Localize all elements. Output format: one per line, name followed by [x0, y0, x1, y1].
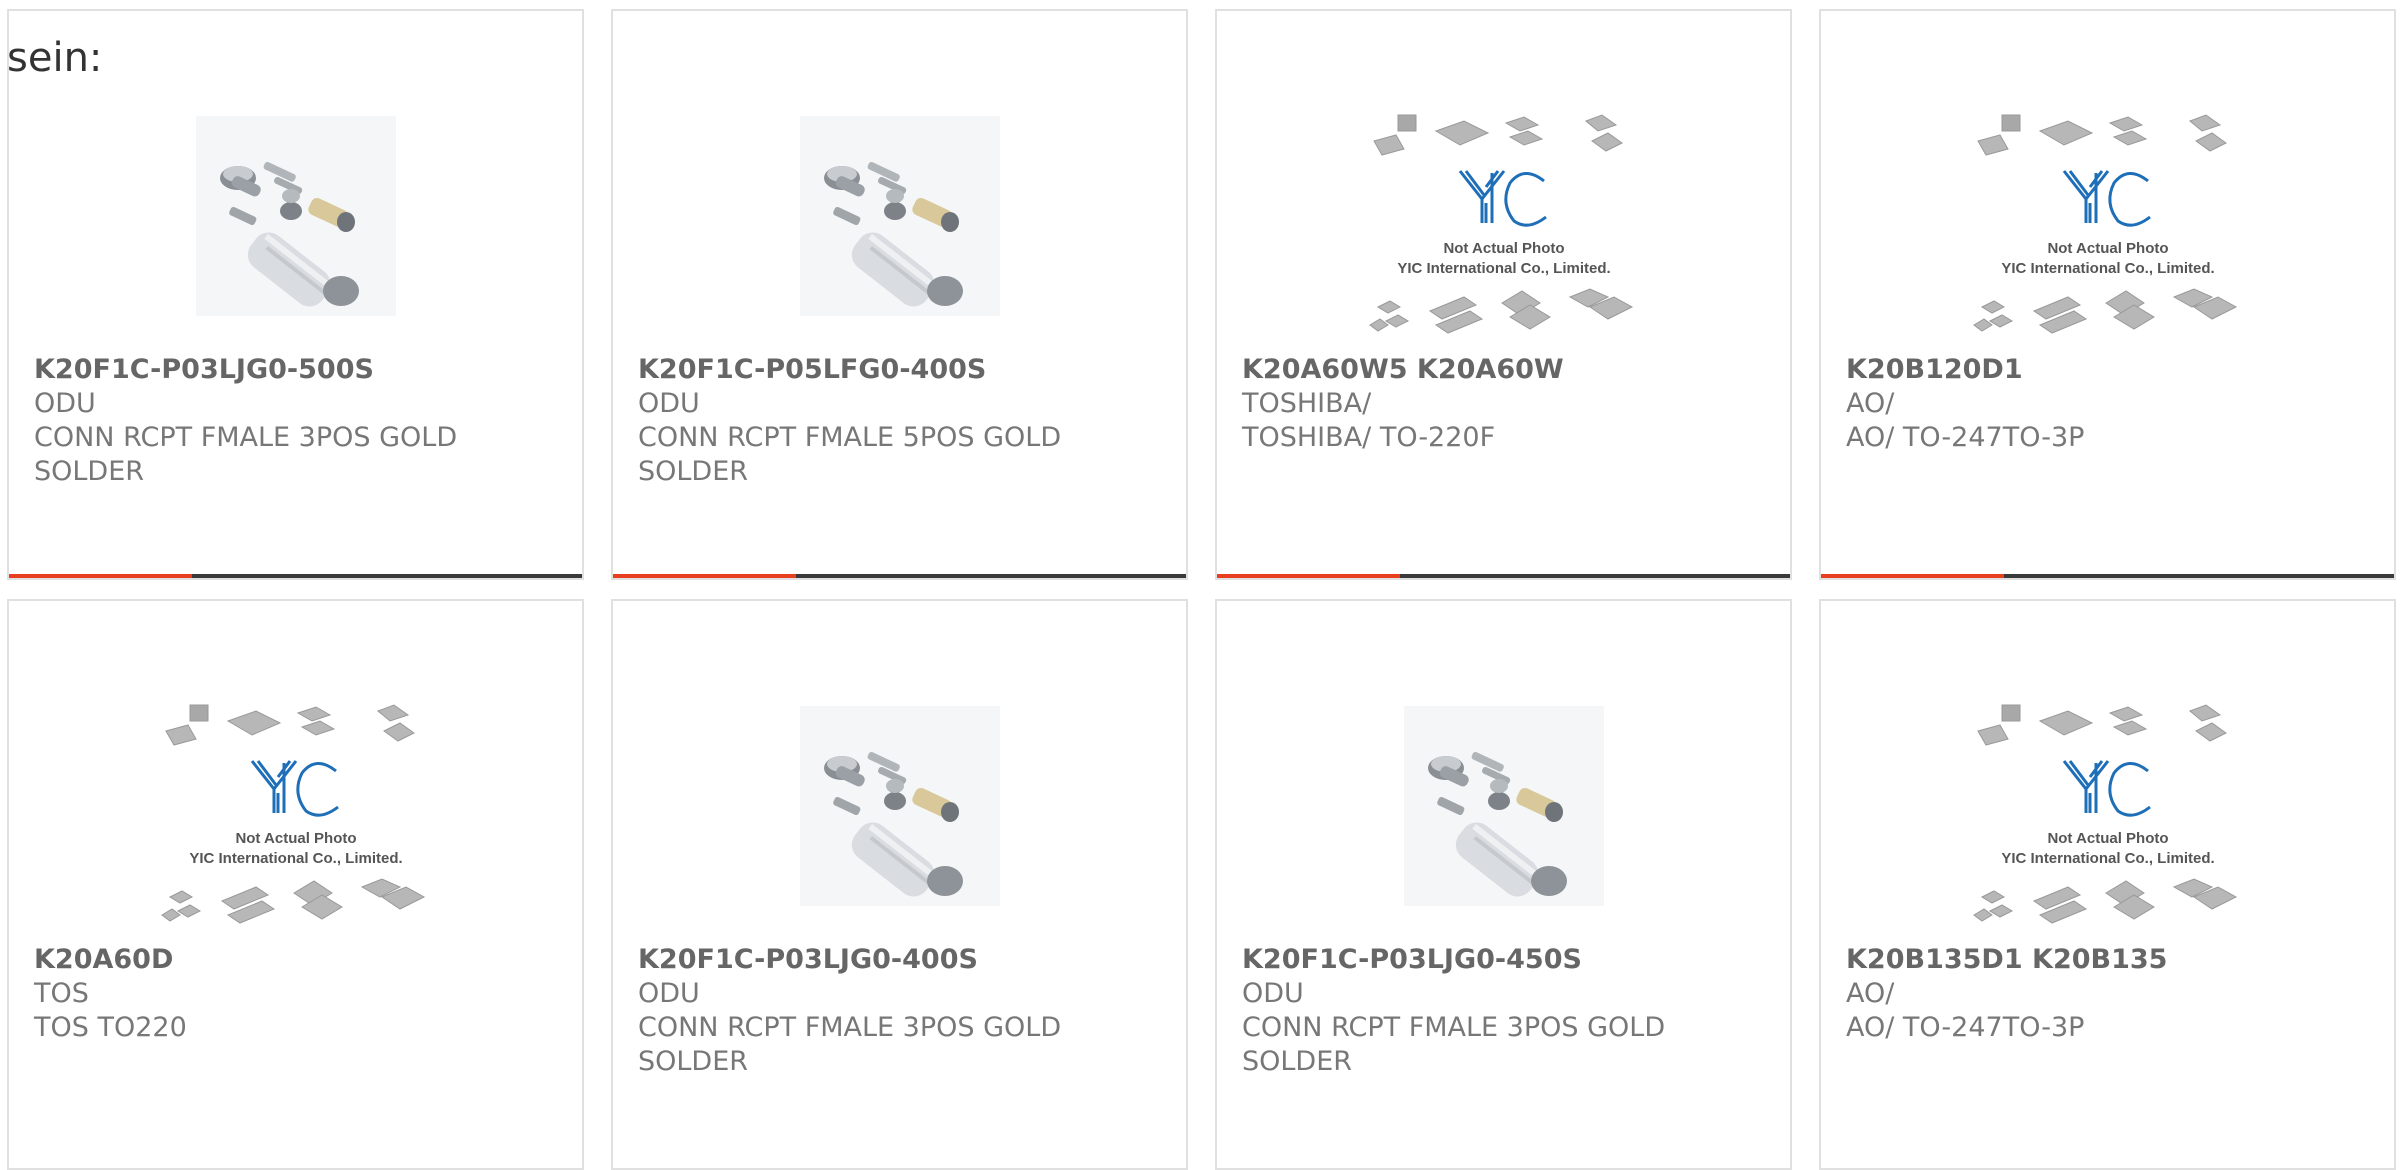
product-info: K20F1C-P03LJG0-500S ODU CONN RCPT FMALE 3P…: [34, 353, 554, 489]
product-card[interactable]: Not Actual Photo YIC International Co., …: [1819, 9, 2396, 580]
svg-text:YIC International Co., Limited: YIC International Co., Limited.: [189, 850, 402, 867]
product-image[interactable]: [1217, 671, 1790, 941]
manufacturer: AO/: [1846, 978, 1895, 1009]
product-info: K20A60W5 K20A60W TOSHIBA/TOSHIBA/ TO-220F: [1242, 353, 1762, 455]
manufacturer: ODU: [34, 388, 96, 419]
placeholder-image[interactable]: Not Actual Photo YIC International Co., …: [9, 686, 582, 956]
description: CONN RCPT FMALE 3POS GOLD SOLDER: [638, 1012, 1062, 1077]
description: TOS TO220: [34, 1012, 187, 1043]
card-footer-bar: [1821, 574, 2394, 578]
description: AO/ TO-247TO-3P: [1846, 422, 2085, 453]
svg-text:Not Actual Photo: Not Actual Photo: [2047, 830, 2168, 847]
svg-text:Not Actual Photo: Not Actual Photo: [2047, 240, 2168, 257]
manufacturer: TOS: [34, 978, 89, 1009]
svg-text:Not Actual Photo: Not Actual Photo: [235, 830, 356, 847]
product-info: K20B120D1 AO/AO/ TO-247TO-3P: [1846, 353, 2366, 455]
manufacturer: ODU: [638, 978, 700, 1009]
product-image[interactable]: [9, 81, 582, 351]
card-accent-bar: [1217, 574, 1400, 578]
product-card[interactable]: K20F1C-P03LJG0-500S ODU CONN RCPT FMALE 3P…: [7, 9, 584, 580]
product-card[interactable]: Not Actual Photo YIC International Co., …: [1215, 9, 1792, 580]
part-number[interactable]: K20F1C-P03LJG0-400S: [638, 943, 1158, 977]
part-number[interactable]: K20A60W5 K20A60W: [1242, 353, 1762, 387]
description: AO/ TO-247TO-3P: [1846, 1012, 2085, 1043]
manufacturer: ODU: [638, 388, 700, 419]
svg-text:YIC International Co., Limited: YIC International Co., Limited.: [1397, 260, 1610, 277]
part-number[interactable]: K20A60D: [34, 943, 554, 977]
product-info: K20F1C-P03LJG0-450S ODU CONN RCPT FMALE 3P…: [1242, 943, 1762, 1079]
product-info: K20B135D1 K20B135 AO/AO/ TO-247TO-3P: [1846, 943, 2366, 1045]
svg-text:YIC International Co., Limited: YIC International Co., Limited.: [2001, 850, 2214, 867]
card-accent-bar: [613, 574, 796, 578]
product-image[interactable]: [613, 671, 1186, 941]
card-accent-bar: [9, 574, 192, 578]
svg-text:Not Actual Photo: Not Actual Photo: [1443, 240, 1564, 257]
card-footer-bar: [613, 574, 1186, 578]
placeholder-image[interactable]: Not Actual Photo YIC International Co., …: [1821, 686, 2394, 956]
placeholder-image[interactable]: Not Actual Photo YIC International Co., …: [1217, 96, 1790, 366]
product-card[interactable]: K20F1C-P03LJG0-450S ODU CONN RCPT FMALE 3P…: [1215, 599, 1792, 1170]
product-card[interactable]: K20F1C-P03LJG0-400S ODU CONN RCPT FMALE 3P…: [611, 599, 1188, 1170]
part-number[interactable]: K20B120D1: [1846, 353, 2366, 387]
description: CONN RCPT FMALE 3POS GOLD SOLDER: [34, 422, 458, 487]
part-number[interactable]: K20F1C-P03LJG0-500S: [34, 353, 554, 387]
description: TOSHIBA/ TO-220F: [1242, 422, 1496, 453]
product-info: K20F1C-P03LJG0-400S ODU CONN RCPT FMALE 3P…: [638, 943, 1158, 1079]
card-accent-bar: [1821, 574, 2004, 578]
svg-text:YIC International Co., Limited: YIC International Co., Limited.: [2001, 260, 2214, 277]
product-info: K20F1C-P05LFG0-400S ODU CONN RCPT FMALE 5P…: [638, 353, 1158, 489]
manufacturer: TOSHIBA/: [1242, 388, 1372, 419]
part-number[interactable]: K20F1C-P03LJG0-450S: [1242, 943, 1762, 977]
part-number[interactable]: K20F1C-P05LFG0-400S: [638, 353, 1158, 387]
description: CONN RCPT FMALE 3POS GOLD SOLDER: [1242, 1012, 1666, 1077]
product-card[interactable]: Not Actual Photo YIC International Co., …: [1819, 599, 2396, 1170]
part-number[interactable]: K20B135D1 K20B135: [1846, 943, 2366, 977]
manufacturer: ODU: [1242, 978, 1304, 1009]
card-footer-bar: [1217, 574, 1790, 578]
product-card[interactable]: Not Actual Photo YIC International Co., …: [7, 599, 584, 1170]
manufacturer: AO/: [1846, 388, 1895, 419]
intro-text: sein:: [7, 35, 103, 81]
product-card[interactable]: K20F1C-P05LFG0-400S ODU CONN RCPT FMALE 5P…: [611, 9, 1188, 580]
card-footer-bar: [9, 574, 582, 578]
description: CONN RCPT FMALE 5POS GOLD SOLDER: [638, 422, 1062, 487]
placeholder-image[interactable]: Not Actual Photo YIC International Co., …: [1821, 96, 2394, 366]
product-grid: K20F1C-P03LJG0-500S ODU CONN RCPT FMALE 3P…: [0, 0, 2400, 1170]
product-info: K20A60D TOS TOS TO220: [34, 943, 554, 1045]
product-image[interactable]: [613, 81, 1186, 351]
